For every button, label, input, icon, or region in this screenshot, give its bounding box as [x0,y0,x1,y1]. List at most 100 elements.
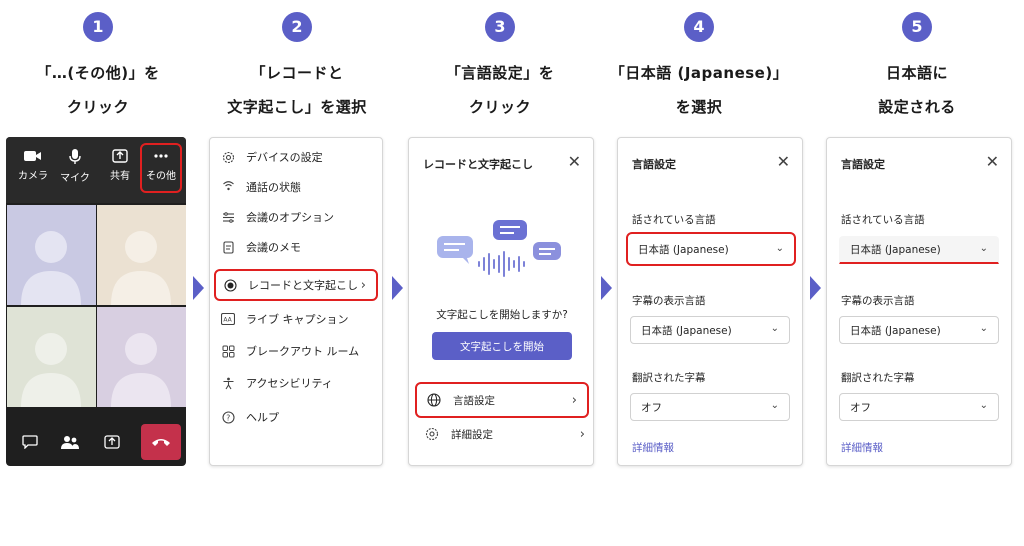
step-1: 1 「…(その他)」を クリック [3,12,193,124]
step-number-badge: 3 [485,12,515,42]
svg-text:?: ? [226,413,230,422]
record-icon [223,278,237,292]
dropdown-value: 日本語 (Japanese) [850,244,941,256]
details-link[interactable]: 詳細情報 [632,440,674,455]
more-menu: デバイスの設定 通話の状態 会議のオプション 会議のメモ レコードと文字起こし … [209,137,383,466]
close-icon[interactable]: ✕ [568,152,581,171]
menu-item-label: デバイスの設定 [246,151,323,164]
step-caption-line2: 文字起こし」を選択 [227,98,367,116]
spoken-language-label: 話されている言語 [632,214,716,226]
language-settings-panel: 言語設定 ✕ 話されている言語 日本語 (Japanese) ⌄ 字幕の表示言語… [617,137,803,466]
chat-icon [22,435,38,449]
chevron-down-icon: ⌄ [979,323,988,334]
step-caption-line1: 「日本語 (Japanese)」 [609,64,789,82]
translated-captions-dropdown[interactable]: オフ ⌄ [630,393,790,421]
menu-item-record-transcribe[interactable]: レコードと文字起こし › [214,269,378,301]
chevron-down-icon: ⌄ [775,243,784,254]
tutorial-page: 1 「…(その他)」を クリック 2 「レコードと 文字起こし」を選択 3 「言… [0,0,1024,546]
share-tray-icon [104,435,120,449]
chevron-right-icon: › [571,392,577,408]
spoken-language-dropdown[interactable]: 日本語 (Japanese) ⌄ [839,236,999,264]
hang-up-button[interactable] [141,424,181,460]
detail-settings-label: 詳細設定 [451,428,493,441]
menu-item-device-settings[interactable]: デバイスの設定 [210,146,382,168]
menu-item-breakout-rooms[interactable]: ブレークアウト ルーム [210,340,382,362]
panel-title: レコードと文字起こし [423,158,533,171]
captions-icon: AA [221,312,235,326]
dropdown-value: オフ [850,401,871,414]
camera-button[interactable]: カメラ [12,149,54,182]
menu-item-live-captions[interactable]: AA ライブ キャプション [210,308,382,330]
menu-item-call-health[interactable]: 通話の状態 [210,176,382,198]
chevron-down-icon: ⌄ [770,400,779,411]
menu-item-label: 会議のメモ [246,241,301,254]
menu-item-label: ライブ キャプション [246,313,349,326]
step-3: 3 「言語設定」を クリック [405,12,595,124]
menu-item-label: ブレークアウト ルーム [246,345,360,358]
step-2: 2 「レコードと 文字起こし」を選択 [202,12,392,124]
menu-item-accessibility[interactable]: アクセシビリティ [210,372,382,394]
mic-button[interactable]: マイク [54,149,96,184]
chevron-down-icon: ⌄ [979,400,988,411]
share-label: 共有 [110,171,130,182]
menu-item-label: ヘルプ [246,411,279,424]
close-icon[interactable]: ✕ [777,152,790,171]
next-arrow-icon [601,276,612,300]
close-icon[interactable]: ✕ [986,152,999,171]
menu-item-label: アクセシビリティ [246,377,333,390]
more-button[interactable]: その他 [140,143,182,193]
detail-settings-item[interactable]: 詳細設定 › [419,422,589,446]
language-settings-result-panel: 言語設定 ✕ 話されている言語 日本語 (Japanese) ⌄ 字幕の表示言語… [826,137,1012,466]
mic-label: マイク [60,173,90,184]
menu-item-label: 会議のオプション [246,211,334,224]
breakout-icon [221,344,235,358]
accessibility-icon [221,376,235,390]
menu-item-label: 通話の状態 [246,181,301,194]
menu-item-meeting-notes[interactable]: 会議のメモ [210,236,382,258]
chat-button[interactable] [12,424,48,460]
start-prompt: 文字起こしを開始しますか? [436,309,568,321]
next-arrow-icon [810,276,821,300]
mic-icon [69,149,81,164]
person-avatar-icon [21,231,81,305]
people-icon [61,436,79,449]
chevron-right-icon: › [360,277,366,293]
step-caption-line1: 日本語に [885,64,948,82]
step-5: 5 日本語に 設定される [822,12,1012,124]
dropdown-value: 日本語 (Japanese) [850,324,941,337]
people-button[interactable] [52,424,88,460]
step-4: 4 「日本語 (Japanese)」 を選択 [604,12,794,124]
dropdown-value: 日本語 (Japanese) [638,243,729,256]
start-transcription-button[interactable]: 文字起こしを開始 [432,332,572,360]
step-number-badge: 4 [684,12,714,42]
panel-title: 言語設定 [841,158,885,171]
language-settings-item[interactable]: 言語設定 › [415,382,589,418]
participant-tile [7,307,96,407]
share-tray-button[interactable] [94,424,130,460]
caption-language-dropdown[interactable]: 日本語 (Japanese) ⌄ [630,316,790,344]
participant-tile [97,307,186,407]
step-caption-line2: クリック [66,98,129,116]
camera-icon [24,151,41,161]
chevron-right-icon: › [579,426,585,442]
camera-label: カメラ [18,171,48,182]
step-caption-line1: 「レコードと [250,64,344,82]
help-icon: ? [221,410,235,424]
details-link[interactable]: 詳細情報 [841,440,883,455]
menu-item-meeting-options[interactable]: 会議のオプション [210,206,382,228]
next-arrow-icon [193,276,204,300]
chevron-down-icon: ⌄ [770,323,779,334]
translated-captions-dropdown[interactable]: オフ ⌄ [839,393,999,421]
more-dots-icon [154,154,168,158]
caption-language-dropdown[interactable]: 日本語 (Japanese) ⌄ [839,316,999,344]
menu-item-help[interactable]: ? ヘルプ [210,406,382,428]
caption-language-label: 字幕の表示言語 [632,295,706,307]
share-button[interactable]: 共有 [99,149,141,182]
spoken-language-dropdown[interactable]: 日本語 (Japanese) ⌄ [626,232,796,266]
gear-icon [221,150,235,164]
participant-tile [7,205,96,305]
globe-icon [427,393,441,407]
step-number-badge: 2 [282,12,312,42]
call-toolbar: カメラ マイク 共有 その他 [6,137,186,203]
step-caption-line2: 設定される [878,98,956,116]
